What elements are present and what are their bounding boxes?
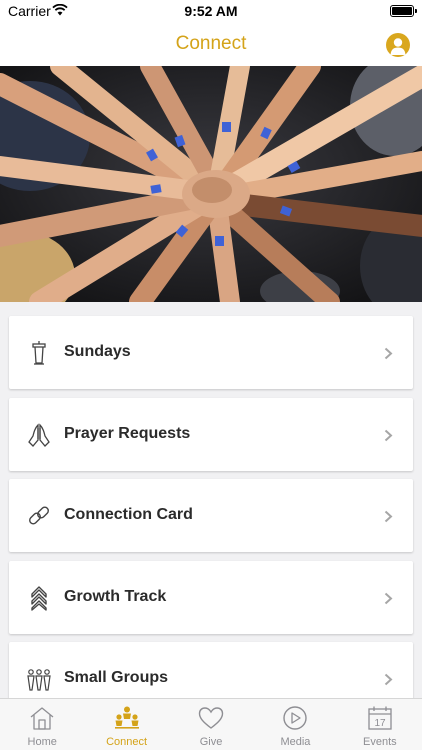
navigation-bar: Connect bbox=[0, 24, 422, 66]
tab-label: Media bbox=[280, 736, 311, 748]
menu-item-sundays[interactable]: Sundays bbox=[9, 316, 413, 389]
menu-item-label: Prayer Requests bbox=[64, 424, 191, 442]
profile-button[interactable] bbox=[386, 33, 410, 57]
tab-media[interactable]: Media bbox=[253, 699, 337, 750]
chevron-right-icon bbox=[384, 510, 393, 523]
menu-item-label: Growth Track bbox=[64, 587, 167, 605]
menu-item-label: Sundays bbox=[64, 343, 131, 360]
tab-label: Home bbox=[27, 736, 57, 748]
menu-item-prayer-requests[interactable]: Prayer Requests bbox=[9, 397, 413, 471]
status-time: 9:52 AM bbox=[184, 3, 238, 19]
person-icon bbox=[390, 38, 406, 55]
tab-bar: Home Connect Give Media 17 Events bbox=[0, 698, 422, 750]
tab-give[interactable]: Give bbox=[169, 699, 253, 750]
tab-label: Give bbox=[199, 736, 223, 748]
home-icon bbox=[30, 707, 54, 730]
chevron-right-icon bbox=[384, 592, 393, 604]
menu-item-connection-card[interactable]: Connection Card bbox=[9, 479, 413, 552]
praying-hands-icon bbox=[28, 422, 50, 447]
tab-home[interactable]: Home bbox=[0, 699, 84, 750]
pulpit-icon bbox=[32, 341, 46, 365]
connect-menu-list: Sundays Prayer Requests Connection Card … bbox=[9, 316, 413, 724]
chevron-right-icon bbox=[384, 429, 393, 441]
play-icon bbox=[283, 706, 308, 730]
menu-item-label: Connection Card bbox=[64, 506, 193, 523]
chevrons-up-icon bbox=[31, 585, 47, 611]
calendar-icon: 17 bbox=[368, 706, 392, 730]
chevron-right-icon bbox=[384, 673, 393, 686]
page-title: Connect bbox=[175, 33, 247, 54]
menu-item-label: Small Groups bbox=[64, 669, 169, 686]
tab-label: Events bbox=[363, 736, 397, 748]
battery-icon bbox=[390, 5, 417, 17]
menu-item-growth-track[interactable]: Growth Track bbox=[9, 560, 413, 634]
hero-image bbox=[0, 66, 422, 302]
status-bar: Carrier 9:52 AM bbox=[0, 0, 422, 24]
tab-events[interactable]: 17 Events bbox=[338, 699, 422, 750]
tab-connect[interactable]: Connect bbox=[84, 699, 168, 750]
connect-people-icon bbox=[114, 706, 139, 729]
calendar-day-label: 17 bbox=[374, 718, 386, 729]
chevron-right-icon bbox=[384, 347, 393, 360]
hands-together-photo bbox=[0, 66, 422, 302]
connect-screen: Carrier 9:52 AM Connect Sundays Prayer R… bbox=[0, 0, 422, 750]
heart-icon bbox=[198, 707, 224, 729]
link-icon bbox=[29, 506, 49, 525]
people-group-icon bbox=[27, 669, 51, 691]
tab-label: Connect bbox=[106, 736, 148, 748]
